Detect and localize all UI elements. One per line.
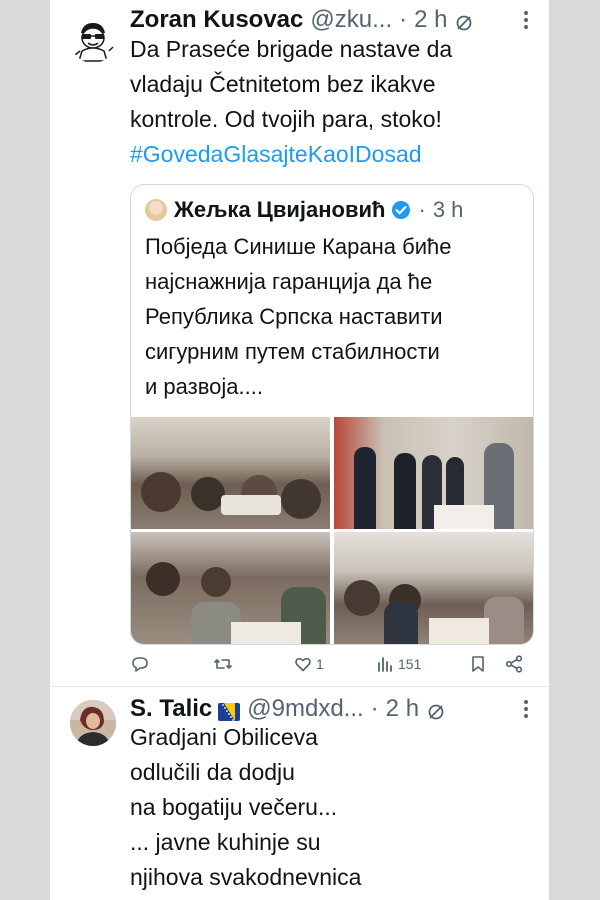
grok-icon[interactable]	[455, 11, 473, 31]
share-button[interactable]	[504, 652, 524, 676]
tweet-text-line: njihova svakodnevnica	[130, 864, 362, 890]
separator-dot: ·	[370, 695, 379, 722]
quoted-text-line: и развоја....	[145, 374, 263, 399]
like-icon	[295, 657, 311, 672]
quoted-text-line: Република Српска наставити	[145, 304, 443, 329]
views-button[interactable]: 151	[375, 652, 421, 676]
tweet-text-line: odlučili da dodju	[130, 759, 295, 785]
share-icon	[505, 655, 523, 673]
media-photo[interactable]	[131, 532, 330, 644]
quoted-tweet[interactable]: Жељка Цвијановић · 3 h Побједа Синише Ка…	[130, 184, 534, 645]
hashtag-link[interactable]: #GovedaGlasajteKaoIDosad	[130, 137, 540, 172]
like-button[interactable]: 1	[293, 652, 324, 676]
user-handle[interactable]: @zku...	[310, 6, 392, 34]
quoted-avatar[interactable]	[145, 199, 167, 221]
quoted-text-line: најснажнија гаранција да ће	[145, 269, 433, 294]
tweet-text-line: Da Prasеće brigade nastave da	[130, 36, 453, 62]
timeline-feed: Zoran Kusovac @zku... · 2 h Da Prasеće b…	[50, 0, 549, 900]
more-icon[interactable]	[523, 8, 529, 34]
view-count: 151	[398, 656, 422, 672]
bookmark-icon	[472, 656, 484, 672]
avatar[interactable]	[70, 700, 116, 746]
tweet-text-line: vladaju Četnitetom bez ikakve	[130, 71, 436, 97]
bookmark-button[interactable]	[468, 652, 488, 676]
reply-icon	[132, 657, 148, 672]
timestamp[interactable]: 2 h	[386, 695, 419, 723]
separator-dot: ·	[418, 197, 426, 222]
avatar[interactable]	[70, 17, 116, 63]
tweet-text-line: Gradjani Obiliceva	[130, 724, 318, 750]
tweet-actions: 1 151	[130, 652, 530, 676]
separator-dot: ·	[399, 6, 408, 33]
user-handle[interactable]: @9mdxd...	[247, 695, 363, 723]
tweet-text: Gradjani Obiliceva odlučili da dodju na …	[130, 720, 540, 895]
timestamp[interactable]: 2 h	[414, 6, 447, 34]
verified-icon	[391, 200, 411, 220]
tweet-text: Da Prasеće brigade nastave da vladaju Če…	[130, 32, 540, 172]
display-name[interactable]: Zoran Kusovac	[130, 6, 303, 34]
quoted-display-name: Жељка Цвијановић	[174, 197, 386, 222]
retweet-icon	[214, 659, 232, 669]
tweet-text-line: na bogatiju večeru...	[130, 794, 338, 820]
quoted-text-line: сигурним путем стабилности	[145, 339, 440, 364]
reply-button[interactable]	[130, 652, 153, 676]
quoted-tweet-text: Побједа Синише Карана биће најснажнија г…	[145, 229, 530, 404]
cartoon-avatar-icon	[70, 17, 116, 63]
tweet-header: Zoran Kusovac @zku... · 2 h	[130, 5, 530, 35]
quoted-tweet-header: Жељка Цвијановић · 3 h	[145, 195, 463, 225]
bosnia-flag-icon	[218, 700, 241, 721]
media-photo[interactable]	[131, 417, 330, 529]
tweet-text-line: ... javne kuhinje su	[130, 829, 321, 855]
display-name[interactable]: S. Talic	[130, 695, 212, 723]
profile-photo-icon	[70, 700, 116, 746]
tweet-text-line: kontrole. Od tvojih para, stoko!	[130, 106, 442, 132]
media-grid	[131, 417, 533, 644]
retweet-button[interactable]	[213, 652, 236, 676]
media-photo[interactable]	[334, 532, 533, 644]
grok-icon[interactable]	[427, 700, 445, 720]
quoted-text-line: Побједа Синише Карана биће	[145, 234, 452, 259]
media-photo[interactable]	[334, 417, 533, 529]
tweet-talic[interactable]: S. Talic @9mdxd... · 2 h Gradjani Obilic…	[50, 687, 549, 900]
quoted-timestamp: 3 h	[432, 197, 464, 222]
tweet-zoran[interactable]: Zoran Kusovac @zku... · 2 h Da Prasеće b…	[50, 0, 549, 686]
like-count: 1	[316, 656, 324, 672]
views-icon	[378, 657, 392, 672]
